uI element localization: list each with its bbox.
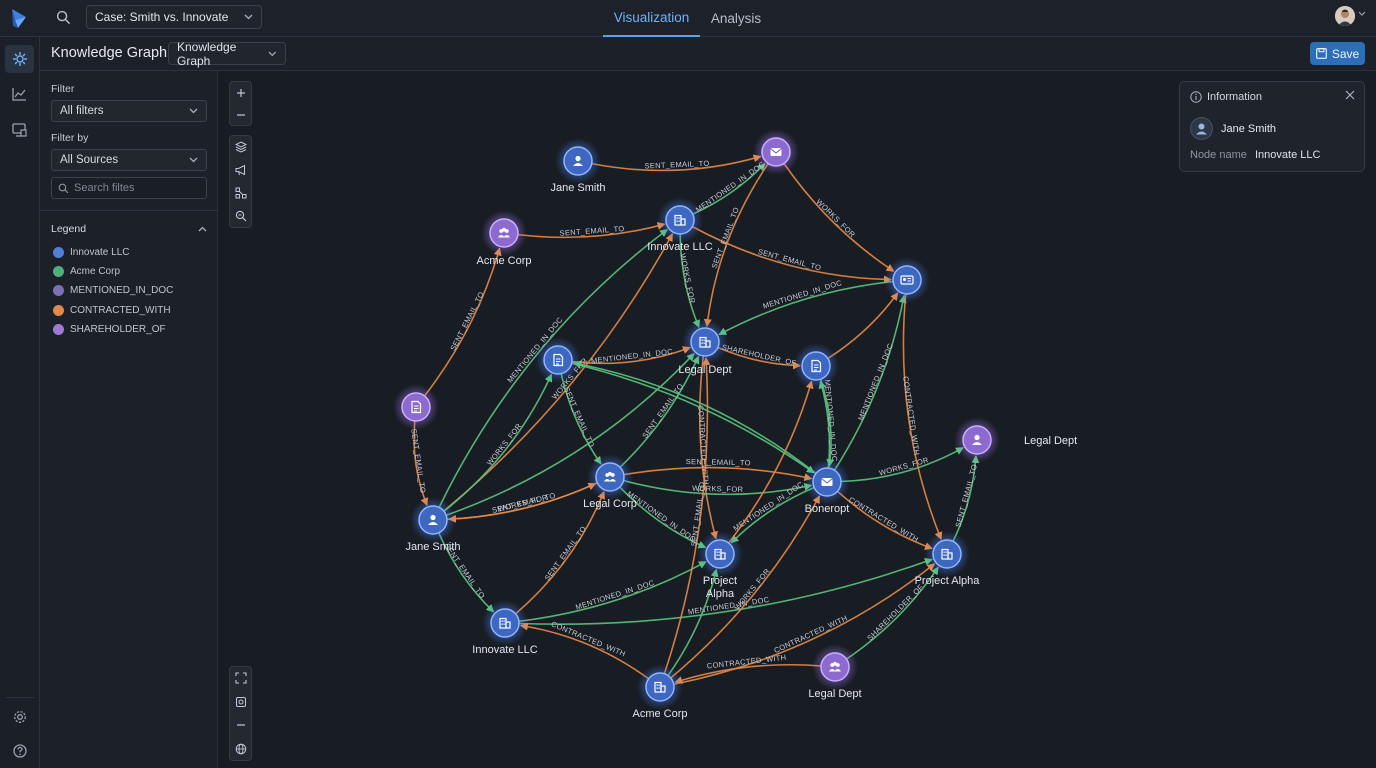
zoom-controls [229, 81, 252, 126]
node-circle[interactable] [595, 462, 625, 492]
edge-label: WORKS_FOR [485, 421, 524, 467]
graph-edge[interactable] [623, 466, 813, 482]
envelope-icon [770, 148, 782, 156]
graph-node[interactable]: Legal Dept [808, 644, 862, 700]
node-label: Boneropt [805, 503, 850, 515]
node-circle[interactable] [401, 392, 431, 422]
graph-node[interactable]: Legal Dept [954, 417, 1077, 463]
graph-tools [229, 135, 252, 228]
info-panel-title: Information [1207, 91, 1263, 103]
graph-node[interactable]: Project Alpha [697, 531, 743, 600]
node-circle[interactable] [892, 265, 922, 295]
zoom-in-icon[interactable] [230, 82, 251, 104]
node-circle[interactable] [645, 672, 675, 702]
graph-node[interactable]: Legal Dept [678, 319, 732, 376]
entity-avatar [1190, 117, 1213, 140]
edge-label: WORKS_FOR [678, 253, 697, 305]
node-label: Legal Dept [1024, 435, 1077, 447]
node-label: Jane Smith [550, 182, 605, 194]
edge-label: SHAREHOLDER_OF [865, 582, 925, 642]
information-panel: Information Jane Smith Node name Innovat… [1179, 81, 1365, 172]
node-label: Innovate LLC [472, 644, 537, 656]
graph-node[interactable] [753, 129, 799, 175]
node-label: Innovate LLC [647, 241, 712, 253]
node-circle[interactable] [489, 218, 519, 248]
node-circle[interactable] [932, 539, 962, 569]
edge-label: MENTIONED_IN_DOC [856, 342, 895, 422]
node-circle[interactable] [490, 608, 520, 638]
edge-label: SENT_EMAIL_TO [757, 247, 822, 272]
info-icon [1190, 91, 1202, 103]
close-icon[interactable] [1345, 90, 1355, 100]
node-label: Legal Dept [808, 688, 861, 700]
edge-label: CONTRACTED_WITH [550, 619, 627, 658]
view-controls [229, 666, 252, 761]
node-circle[interactable] [690, 327, 720, 357]
edge-label: SHAREHOLDER_OF [721, 343, 797, 368]
edge-label: WORKS_FOR [814, 197, 857, 239]
node-circle[interactable] [705, 539, 735, 569]
envelope-icon [821, 478, 833, 486]
zoom-search-icon[interactable] [230, 205, 251, 227]
megaphone-icon[interactable] [230, 159, 251, 181]
minus-icon[interactable] [230, 714, 251, 736]
edge-label: SENT_EMAIL_TO [543, 524, 588, 582]
edge-label: MENTIONED_IN_DOC [762, 278, 844, 311]
edge-label: CONTRACTED_WITH [847, 495, 920, 544]
node-circle[interactable] [665, 205, 695, 235]
knowledge-graph[interactable]: SENT_EMAIL_TOSENT_EMAIL_TOMENTIONED_IN_D… [0, 0, 1376, 768]
node-name-value: Innovate LLC [1255, 149, 1321, 161]
node-label: Legal Dept [678, 364, 731, 376]
edge-label: SENT_EMAIL_TO [448, 290, 486, 352]
node-circle[interactable] [820, 652, 850, 682]
fullscreen-icon[interactable] [230, 667, 251, 689]
graph-edge[interactable] [443, 373, 553, 512]
edge-label: SENT_EMAIL_TO [562, 386, 596, 449]
edge-label: CONTRACTED_WITH [696, 405, 710, 485]
node-label: Acme Corp [476, 255, 531, 267]
graph-node[interactable]: Project Alpha [915, 531, 981, 587]
graph-node[interactable]: Innovate LLC [472, 600, 538, 656]
edge-label: SENT_EMAIL_TO [409, 428, 427, 494]
node-label: Acme Corp [632, 708, 687, 720]
edge-label: SENT_EMAIL_TO [954, 463, 980, 528]
graph-node[interactable] [535, 337, 581, 383]
node-label: Jane Smith [405, 541, 460, 553]
graph-node[interactable]: Legal Corp [583, 454, 637, 510]
node-label: Project Alpha [915, 575, 981, 587]
layers-icon[interactable] [230, 136, 251, 158]
nodes-icon[interactable] [230, 182, 251, 204]
node-circle[interactable] [801, 351, 831, 381]
edge-label: MENTIONED_IN_DOC [591, 347, 674, 366]
node-name-key: Node name [1190, 149, 1247, 161]
globe-icon[interactable] [230, 738, 251, 760]
graph-node[interactable] [393, 384, 439, 430]
snapshot-icon[interactable] [230, 691, 251, 713]
graph-edge[interactable] [730, 486, 815, 544]
graph-node[interactable] [884, 257, 930, 303]
edge-label: CONTRACTED_WITH [901, 376, 921, 456]
graph-node[interactable]: Jane Smith [550, 138, 606, 194]
graph-node[interactable]: Acme Corp [476, 210, 532, 267]
edge-label: SENT_EMAIL_TO [640, 382, 685, 440]
graph-node[interactable] [793, 343, 839, 389]
zoom-out-icon[interactable] [230, 104, 251, 126]
edge-label: SENT_EMAIL_TO [686, 457, 751, 467]
node-circle[interactable] [543, 345, 573, 375]
node-label: Legal Corp [583, 498, 637, 510]
entity-name: Jane Smith [1221, 123, 1277, 135]
edge-label: MENTIONED_IN_DOC [574, 578, 655, 612]
node-label: Project Alpha [703, 575, 737, 600]
graph-node[interactable]: Boneropt [804, 459, 850, 515]
